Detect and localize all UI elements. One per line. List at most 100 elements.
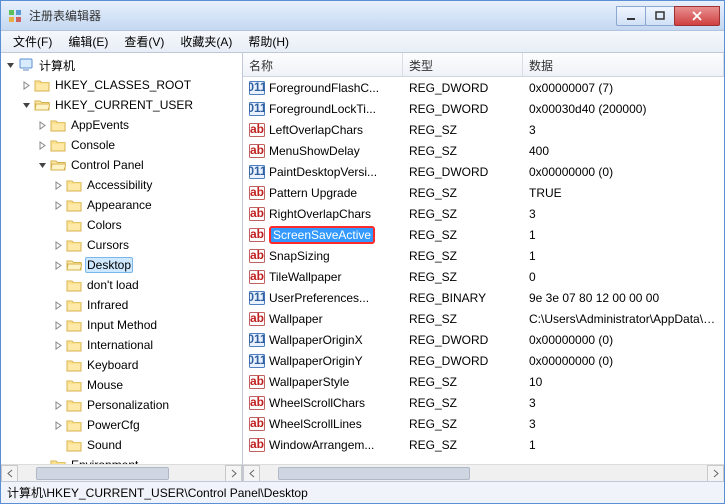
list-row[interactable]: SnapSizingREG_SZ1 [243, 245, 724, 266]
content-area: 计算机 HKEY_CLASSES_ROOT HKEY_CURRENT_USER … [1, 53, 724, 481]
tree-sound[interactable]: Sound [1, 435, 242, 455]
expander-icon[interactable] [51, 418, 65, 432]
statusbar: 计算机\HKEY_CURRENT_USER\Control Panel\Desk… [1, 481, 724, 503]
tree-powercfg[interactable]: PowerCfg [1, 415, 242, 435]
menu-help[interactable]: 帮助(H) [240, 31, 297, 52]
expander-icon[interactable] [35, 138, 49, 152]
tree-hkcu[interactable]: HKEY_CURRENT_USER [1, 95, 242, 115]
folder-icon [50, 118, 66, 132]
tree-label: HKEY_CURRENT_USER [53, 97, 195, 113]
tree-console[interactable]: Console [1, 135, 242, 155]
list-row[interactable]: TileWallpaperREG_SZ0 [243, 266, 724, 287]
list-row[interactable]: WallpaperStyleREG_SZ10 [243, 371, 724, 392]
maximize-button[interactable] [645, 6, 675, 26]
expander-icon[interactable] [3, 58, 17, 72]
folder-icon [66, 218, 82, 232]
binary-value-icon [249, 101, 265, 117]
cell-type: REG_DWORD [403, 354, 523, 368]
tree-label: Environment [69, 457, 140, 464]
column-name[interactable]: 名称 [243, 53, 403, 76]
expander-icon[interactable] [51, 398, 65, 412]
tree-international[interactable]: International [1, 335, 242, 355]
list-row[interactable]: WindowArrangem...REG_SZ1 [243, 434, 724, 455]
value-name: WheelScrollLines [269, 417, 362, 431]
expander-icon[interactable] [51, 338, 65, 352]
tree-dontload[interactable]: don't load [1, 275, 242, 295]
scroll-left-icon[interactable] [1, 465, 18, 482]
cell-data: 3 [523, 207, 724, 221]
expander-icon[interactable] [51, 178, 65, 192]
scroll-thumb[interactable] [278, 467, 470, 480]
tree-root[interactable]: 计算机 [1, 55, 242, 75]
tree-keyboard[interactable]: Keyboard [1, 355, 242, 375]
value-name: UserPreferences... [269, 291, 369, 305]
expander-icon[interactable] [19, 98, 33, 112]
list-row[interactable]: WheelScrollLinesREG_SZ3 [243, 413, 724, 434]
tree-scroll[interactable]: 计算机 HKEY_CLASSES_ROOT HKEY_CURRENT_USER … [1, 53, 242, 464]
list-row[interactable]: MenuShowDelayREG_SZ400 [243, 140, 724, 161]
menu-edit[interactable]: 编辑(E) [60, 31, 116, 52]
tree-personalization[interactable]: Personalization [1, 395, 242, 415]
tree-hscrollbar[interactable] [1, 464, 242, 481]
expander-icon[interactable] [35, 158, 49, 172]
cell-type: REG_DWORD [403, 333, 523, 347]
scroll-left-icon[interactable] [243, 465, 260, 482]
expander-icon[interactable] [51, 238, 65, 252]
tree-desktop[interactable]: Desktop [1, 255, 242, 275]
value-name: LeftOverlapChars [269, 123, 363, 137]
list-row[interactable]: Pattern UpgradeREG_SZTRUE [243, 182, 724, 203]
menu-view[interactable]: 查看(V) [116, 31, 172, 52]
expander-icon[interactable] [51, 318, 65, 332]
list-row[interactable]: PaintDesktopVersi...REG_DWORD0x00000000 … [243, 161, 724, 182]
list-row[interactable]: WallpaperOriginXREG_DWORD0x00000000 (0) [243, 329, 724, 350]
titlebar[interactable]: 注册表编辑器 [1, 1, 724, 31]
tree-environment[interactable]: Environment [1, 455, 242, 464]
column-type[interactable]: 类型 [403, 53, 523, 76]
folder-icon [50, 138, 66, 152]
binary-value-icon [249, 290, 265, 306]
folder-icon [66, 178, 82, 192]
tree-appearance[interactable]: Appearance [1, 195, 242, 215]
list-row[interactable]: ForegroundFlashC...REG_DWORD0x00000007 (… [243, 77, 724, 98]
menu-file[interactable]: 文件(F) [5, 31, 60, 52]
cell-name: UserPreferences... [243, 290, 403, 306]
tree-accessibility[interactable]: Accessibility [1, 175, 242, 195]
tree-hkcr[interactable]: HKEY_CLASSES_ROOT [1, 75, 242, 95]
scroll-right-icon[interactable] [225, 465, 242, 482]
list-row[interactable]: ForegroundLockTi...REG_DWORD0x00030d40 (… [243, 98, 724, 119]
close-button[interactable] [674, 6, 720, 26]
tree-cursors[interactable]: Cursors [1, 235, 242, 255]
expander-icon[interactable] [51, 258, 65, 272]
list-row[interactable]: ScreenSaveActiveREG_SZ1 [243, 224, 724, 245]
menubar: 文件(F) 编辑(E) 查看(V) 收藏夹(A) 帮助(H) [1, 31, 724, 53]
tree-mouse[interactable]: Mouse [1, 375, 242, 395]
value-name: WindowArrangem... [269, 438, 374, 452]
scroll-right-icon[interactable] [707, 465, 724, 482]
column-data[interactable]: 数据 [523, 53, 724, 76]
tree-appevents[interactable]: AppEvents [1, 115, 242, 135]
list-body[interactable]: ForegroundFlashC...REG_DWORD0x00000007 (… [243, 77, 724, 464]
tree-colors[interactable]: Colors [1, 215, 242, 235]
list-row[interactable]: WallpaperOriginYREG_DWORD0x00000000 (0) [243, 350, 724, 371]
list-row[interactable]: WallpaperREG_SZC:\Users\Administrator\Ap… [243, 308, 724, 329]
expander-icon[interactable] [51, 198, 65, 212]
scroll-thumb[interactable] [36, 467, 169, 480]
minimize-button[interactable] [616, 6, 646, 26]
expander-icon[interactable] [19, 78, 33, 92]
list-row[interactable]: WheelScrollCharsREG_SZ3 [243, 392, 724, 413]
tree-pane: 计算机 HKEY_CLASSES_ROOT HKEY_CURRENT_USER … [1, 53, 243, 481]
list-row[interactable]: RightOverlapCharsREG_SZ3 [243, 203, 724, 224]
tree-inputmethod[interactable]: Input Method [1, 315, 242, 335]
expander-icon[interactable] [51, 298, 65, 312]
folder-icon [66, 418, 82, 432]
expander-icon[interactable] [35, 118, 49, 132]
list-hscrollbar[interactable] [243, 464, 724, 481]
tree-infrared[interactable]: Infrared [1, 295, 242, 315]
values-pane: 名称 类型 数据 ForegroundFlashC...REG_DWORD0x0… [243, 53, 724, 481]
list-row[interactable]: LeftOverlapCharsREG_SZ3 [243, 119, 724, 140]
list-row[interactable]: UserPreferences...REG_BINARY9e 3e 07 80 … [243, 287, 724, 308]
tree-controlpanel[interactable]: Control Panel [1, 155, 242, 175]
menu-favorites[interactable]: 收藏夹(A) [172, 31, 240, 52]
tree-label: Colors [85, 217, 124, 233]
value-name: MenuShowDelay [269, 144, 360, 158]
